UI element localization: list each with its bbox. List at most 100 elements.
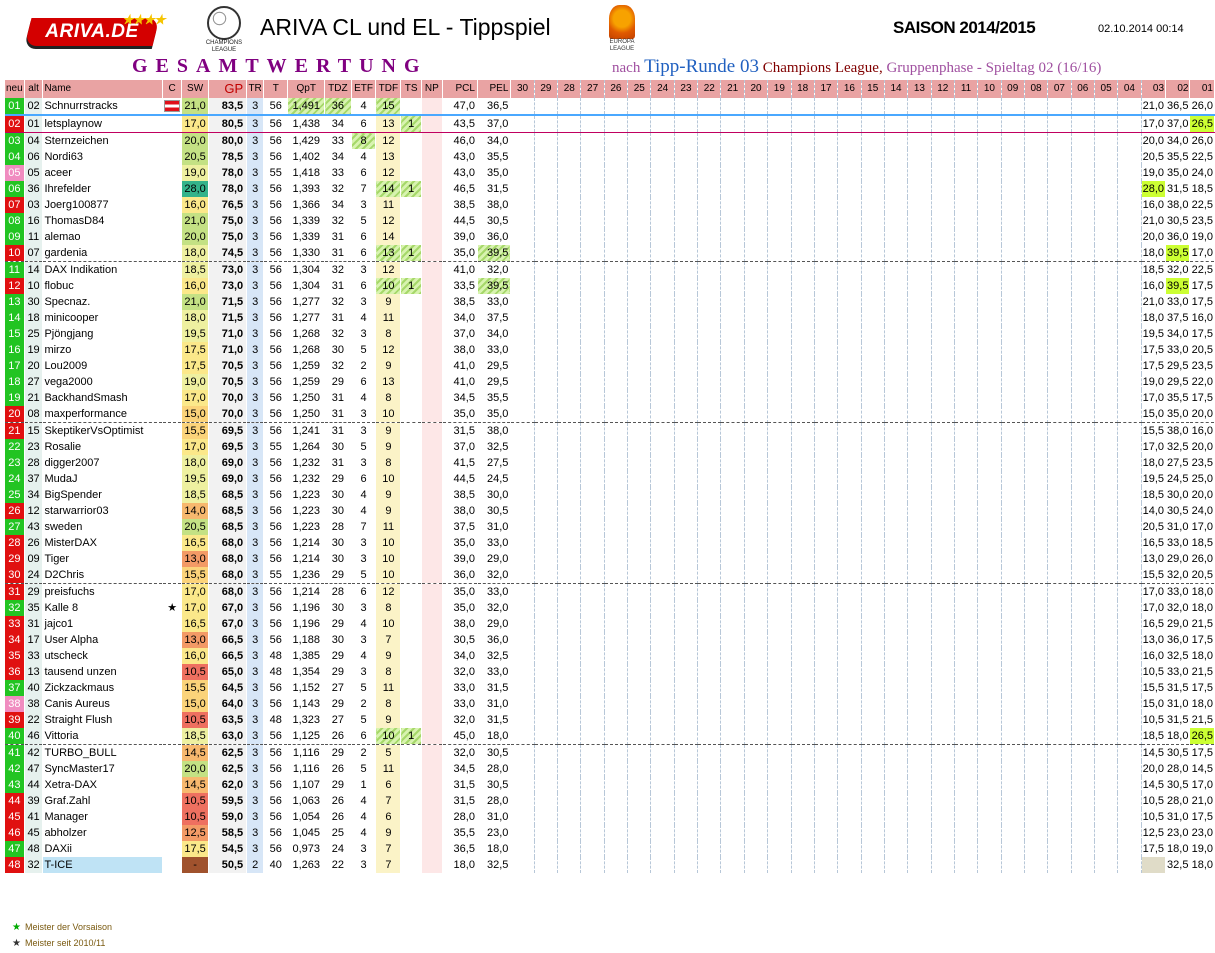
table-row[interactable]: 13 30 Specnaz. 21,0 71,5 3 56 1,277 32 3 9 38,5 33,0…: [5, 294, 1215, 310]
cell-name[interactable]: digger2007: [42, 455, 164, 471]
table-row[interactable]: 15 25 Pjöngjang 19,5 71,0 3 56 1,268 32 3 8 37,0 34,…: [5, 326, 1215, 342]
table-row[interactable]: 08 16 ThomasD84 21,0 75,0 3 56 1,339 32 5 12 44,5 30…: [5, 213, 1215, 229]
col-header-round[interactable]: 27: [580, 80, 605, 98]
table-row[interactable]: 48 32 T-ICE -50,5 2 40 1,263 22 3 7 18,0 32,5 32,5 18…: [5, 857, 1215, 873]
cell-name[interactable]: Schnurrstracks: [42, 98, 164, 115]
col-header-ts[interactable]: TS: [400, 80, 422, 98]
cell-name[interactable]: Nordi63: [42, 149, 164, 165]
cell-name[interactable]: starwarrior03: [42, 503, 164, 519]
cell-name[interactable]: jajco1: [42, 616, 164, 632]
cell-name[interactable]: User Alpha: [42, 632, 164, 648]
cell-name[interactable]: MudaJ: [42, 471, 164, 487]
cell-name[interactable]: utscheck: [42, 648, 164, 664]
table-row[interactable]: 47 48 DAXii 17,5 54,5 3 56 0,973 24 3 7 36,5 18,0 17,…: [5, 841, 1215, 857]
col-header-round[interactable]: 14: [884, 80, 909, 98]
cell-name[interactable]: Pjöngjang: [42, 326, 164, 342]
table-row[interactable]: 44 39 Graf.Zahl 10,5 59,5 3 56 1,063 26 4 7 31,5 28,…: [5, 793, 1215, 809]
col-header-pel[interactable]: PEL: [477, 80, 512, 98]
table-row[interactable]: 12 10 flobuc 16,0 73,0 3 56 1,304 31 6 10 1 33,5 39,5…: [5, 278, 1215, 294]
col-header-qpt[interactable]: QpT: [287, 80, 326, 98]
col-header-round[interactable]: 15: [861, 80, 885, 98]
table-row[interactable]: 40 46 Vittoria 18,5 63,0 3 56 1,125 26 6 10 1 45,0 18…: [5, 728, 1215, 745]
table-row[interactable]: 19 21 BackhandSmash 17,0 70,0 3 56 1,250 31 4 8 34,…: [5, 390, 1215, 406]
col-header-round[interactable]: 11: [954, 80, 979, 98]
table-row[interactable]: 23 28 digger2007 18,0 69,0 3 56 1,232 31 3 8 41,5 27…: [5, 455, 1215, 471]
table-row[interactable]: 38 38 Canis Aureus 15,0 64,0 3 56 1,143 29 2 8 33,0…: [5, 696, 1215, 712]
col-header-round[interactable]: 25: [627, 80, 652, 98]
col-header-t[interactable]: T: [263, 80, 289, 98]
cell-name[interactable]: Joerg100877: [42, 197, 164, 213]
col-header-round[interactable]: 22: [697, 80, 722, 98]
cell-name[interactable]: preisfuchs: [42, 583, 164, 600]
col-header-round[interactable]: 21: [720, 80, 745, 98]
table-row[interactable]: 20 08 maxperformance 15,0 70,0 3 56 1,250 31 3 10 3…: [5, 406, 1215, 423]
cell-name[interactable]: SkeptikerVsOptimist: [42, 422, 164, 439]
cell-name[interactable]: gardenia: [42, 245, 164, 262]
col-header-sw[interactable]: SW: [181, 80, 209, 98]
cell-name[interactable]: Vittoria: [42, 728, 164, 745]
col-header-round[interactable]: 30: [510, 80, 535, 98]
cell-name[interactable]: Straight Flush: [42, 712, 164, 728]
cell-name[interactable]: Lou2009: [42, 358, 164, 374]
cell-name[interactable]: flobuc: [42, 278, 164, 294]
cell-name[interactable]: Canis Aureus: [42, 696, 164, 712]
col-header-round[interactable]: 26: [604, 80, 629, 98]
col-header-round[interactable]: 09: [1001, 80, 1025, 98]
col-header-round[interactable]: 24: [650, 80, 675, 98]
table-row[interactable]: 14 18 minicooper 18,0 71,5 3 56 1,277 31 4 11 34,0 3…: [5, 310, 1215, 326]
col-header-round[interactable]: 10: [977, 80, 1002, 98]
col-header-round[interactable]: 18: [791, 80, 815, 98]
table-row[interactable]: 21 15 SkeptikerVsOptimist 15,5 69,5 3 56 1,241 3…: [5, 422, 1215, 439]
col-header-round[interactable]: 13: [907, 80, 932, 98]
col-header-round[interactable]: 29: [534, 80, 559, 98]
cell-name[interactable]: Ihrefelder: [42, 181, 164, 197]
table-row[interactable]: 35 33 utscheck 16,0 66,5 3 48 1,385 29 4 9 34,0 32,5…: [5, 648, 1215, 664]
cell-name[interactable]: DAX Indikation: [42, 261, 164, 278]
ariva-logo[interactable]: ARIVA.DE ★★★★: [24, 12, 165, 46]
cell-name[interactable]: Sternzeichen: [42, 132, 164, 149]
cell-name[interactable]: Zickzackmaus: [42, 680, 164, 696]
table-row[interactable]: 27 43 sweden 20,5 68,5 3 56 1,223 28 7 11 37,5 31,0 2…: [5, 519, 1215, 535]
table-row[interactable]: 16 19 mirzo 17,5 71,0 3 56 1,268 30 5 12 38,0 33,0 17…: [5, 342, 1215, 358]
col-header-round[interactable]: 05: [1094, 80, 1119, 98]
table-row[interactable]: 31 29 preisfuchs 17,0 68,0 3 56 1,214 28 6 12 35,0 3…: [5, 583, 1215, 600]
table-row[interactable]: 26 12 starwarrior03 14,0 68,5 3 56 1,223 30 4 9 38,…: [5, 503, 1215, 519]
cell-name[interactable]: BigSpender: [42, 487, 164, 503]
col-header-round[interactable]: 17: [814, 80, 839, 98]
table-row[interactable]: 05 05 aceer 19,0 78,0 3 55 1,418 33 6 12 43,0 35,0 19…: [5, 165, 1215, 181]
table-row[interactable]: 01 02 Schnurrstracks 21,0 83,5 3 56 1,491 36 4 15 4…: [5, 98, 1215, 115]
cell-name[interactable]: Manager: [42, 809, 164, 825]
table-row[interactable]: 37 40 Zickzackmaus 15,5 64,5 3 56 1,152 27 5 11 33,…: [5, 680, 1215, 696]
table-row[interactable]: 24 37 MudaJ 19,5 69,0 3 56 1,232 29 6 10 44,5 24,5 19…: [5, 471, 1215, 487]
cell-name[interactable]: Rosalie: [42, 439, 164, 455]
table-row[interactable]: 28 26 MisterDAX 16,5 68,0 3 56 1,214 30 3 10 35,0 33…: [5, 535, 1215, 551]
table-row[interactable]: 06 36 Ihrefelder 28,0 78,0 3 56 1,393 32 7 14 1 46,5…: [5, 181, 1215, 197]
col-header-round[interactable]: 06: [1071, 80, 1095, 98]
cell-name[interactable]: D2Chris: [42, 567, 164, 584]
col-header-round[interactable]: 02: [1165, 80, 1191, 98]
cell-name[interactable]: abholzer: [42, 825, 164, 841]
col-header-tdf[interactable]: TDF: [375, 80, 402, 98]
col-header-gp[interactable]: GP: [208, 80, 248, 98]
cell-name[interactable]: Graf.Zahl: [42, 793, 164, 809]
col-header-round[interactable]: 16: [837, 80, 862, 98]
table-row[interactable]: 33 31 jajco1 16,5 67,0 3 56 1,196 29 4 10 38,0 29,0 1…: [5, 616, 1215, 632]
cell-name[interactable]: MisterDAX: [42, 535, 164, 551]
col-header-c[interactable]: C: [162, 80, 183, 98]
table-row[interactable]: 09 11 alemao 20,0 75,0 3 56 1,339 31 6 14 39,0 36,0 2…: [5, 229, 1215, 245]
table-row[interactable]: 04 06 Nordi63 20,5 78,5 3 56 1,402 34 4 13 43,0 35,5…: [5, 149, 1215, 165]
col-header-neu[interactable]: neu: [5, 80, 25, 98]
table-row[interactable]: 07 03 Joerg100877 16,0 76,5 3 56 1,366 34 3 11 38,5…: [5, 197, 1215, 213]
cell-name[interactable]: vega2000: [42, 374, 164, 390]
table-row[interactable]: 46 45 abholzer 12,5 58,5 3 56 1,045 25 4 9 35,5 23,0…: [5, 825, 1215, 841]
table-row[interactable]: 39 22 Straight Flush 10,5 63,5 3 48 1,323 27 5 9 32…: [5, 712, 1215, 728]
table-row[interactable]: 43 44 Xetra-DAX 14,5 62,0 3 56 1,107 29 1 6 31,5 30,…: [5, 777, 1215, 793]
table-row[interactable]: 18 27 vega2000 19,0 70,5 3 56 1,259 29 6 13 41,0 29,…: [5, 374, 1215, 390]
table-row[interactable]: 25 34 BigSpender 18,5 68,5 3 56 1,223 30 4 9 38,5 30…: [5, 487, 1215, 503]
cell-name[interactable]: Kalle 8: [42, 600, 164, 616]
col-header-round[interactable]: 12: [931, 80, 955, 98]
table-row[interactable]: 22 23 Rosalie 17,0 69,5 3 55 1,264 30 5 9 37,0 32,5 1…: [5, 439, 1215, 455]
cell-name[interactable]: aceer: [42, 165, 164, 181]
table-row[interactable]: 41 42 TURBO_BULL 14,5 62,5 3 56 1,116 29 2 5 32,0 30…: [5, 744, 1215, 761]
table-row[interactable]: 34 17 User Alpha 13,0 66,5 3 56 1,188 30 3 7 30,5 36…: [5, 632, 1215, 648]
